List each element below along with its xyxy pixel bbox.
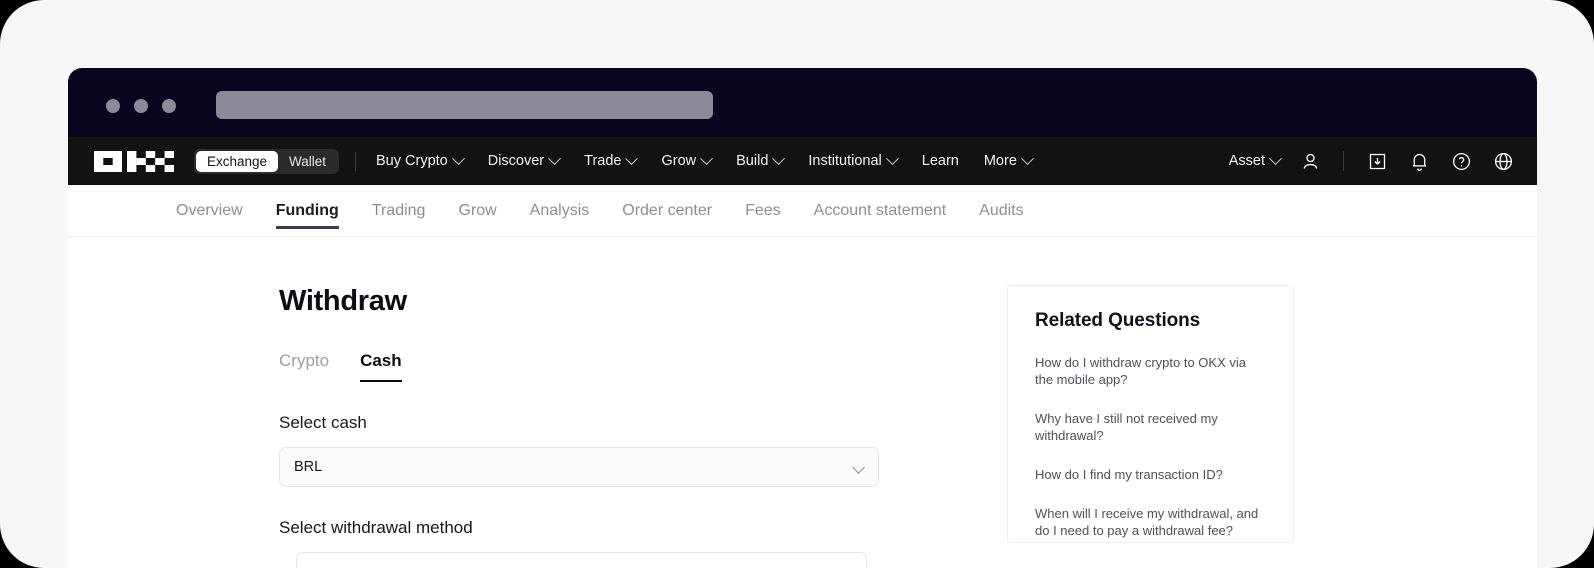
- select-cash-value: BRL: [294, 459, 323, 475]
- select-cash-label: Select cash: [279, 413, 367, 432]
- exchange-wallet-toggle[interactable]: Exchange Wallet: [194, 149, 340, 174]
- nav-item-buy-crypto[interactable]: Buy Crypto: [376, 151, 465, 169]
- outer-canvas: Exchange Wallet Buy Crypto Discover Trad…: [0, 0, 1594, 568]
- page-title: Withdraw: [279, 285, 407, 317]
- url-bar[interactable]: [216, 91, 713, 119]
- top-navigation-bar: Exchange Wallet Buy Crypto Discover Trad…: [68, 137, 1537, 185]
- nav-right-divider: [1343, 151, 1344, 171]
- nav-item-build[interactable]: Build: [736, 151, 786, 169]
- minimize-window-button[interactable]: [134, 99, 148, 113]
- related-question-link[interactable]: How do I withdraw crypto to OKX via the …: [1035, 354, 1267, 388]
- chevron-down-icon: [451, 151, 465, 165]
- chevron-down-icon: [852, 461, 865, 474]
- nav-item-discover[interactable]: Discover: [487, 151, 562, 169]
- select-withdrawal-method-label: Select withdrawal method: [279, 518, 473, 537]
- subnav-item-order-center[interactable]: Order center: [622, 185, 712, 237]
- okx-logo[interactable]: [94, 151, 176, 172]
- nav-item-label: Discover: [487, 153, 545, 169]
- help-icon[interactable]: [1449, 149, 1473, 173]
- nav-item-grow[interactable]: Grow: [661, 151, 714, 169]
- subnav-item-overview[interactable]: Overview: [176, 185, 243, 237]
- related-questions-title: Related Questions: [1035, 310, 1201, 331]
- nav-item-label: Build: [736, 153, 769, 169]
- subnav-item-funding[interactable]: Funding: [275, 185, 339, 237]
- nav-item-label: Trade: [584, 153, 622, 169]
- select-cash-dropdown[interactable]: BRL: [279, 447, 879, 487]
- chevron-down-icon: [1269, 151, 1282, 165]
- traffic-lights: [106, 99, 176, 113]
- subnav-item-grow[interactable]: Grow: [458, 185, 496, 237]
- chevron-down-icon: [772, 151, 786, 165]
- withdraw-type-tabs: Crypto Cash: [279, 351, 889, 382]
- nav-item-label: More: [983, 153, 1017, 169]
- related-questions-panel: Related Questions How do I withdraw cryp…: [1007, 285, 1294, 543]
- related-question-link[interactable]: How do I find my transaction ID?: [1035, 466, 1267, 483]
- nav-item-trade[interactable]: Trade: [584, 151, 639, 169]
- bell-icon[interactable]: [1407, 149, 1431, 173]
- maximize-window-button[interactable]: [162, 99, 176, 113]
- chevron-down-icon: [1021, 151, 1034, 165]
- download-icon[interactable]: [1365, 149, 1389, 173]
- chevron-down-icon: [885, 151, 899, 165]
- withdraw-form-column: Withdraw Crypto Cash Select cash BRL Sel…: [279, 285, 889, 568]
- nav-item-label: Learn: [921, 153, 959, 169]
- nav-item-asset[interactable]: Asset: [1228, 151, 1282, 169]
- user-icon[interactable]: [1298, 149, 1322, 173]
- nav-item-label: Grow: [661, 153, 697, 169]
- page-body: Withdraw Crypto Cash Select cash BRL Sel…: [68, 237, 1537, 568]
- subnav-item-account-statement[interactable]: Account statement: [814, 185, 947, 237]
- withdrawal-method-card[interactable]: [296, 552, 867, 568]
- account-subnav: Overview Funding Trading Grow Analysis O…: [68, 185, 1537, 237]
- globe-icon[interactable]: [1491, 149, 1515, 173]
- related-question-link[interactable]: When will I receive my withdrawal, and d…: [1035, 505, 1267, 539]
- chevron-down-icon: [548, 151, 562, 165]
- browser-chrome: [68, 68, 1537, 137]
- related-question-link[interactable]: Why have I still not received my withdra…: [1035, 410, 1267, 444]
- primary-nav-menu: Buy Crypto Discover Trade Grow Build Ins…: [376, 137, 1034, 185]
- subnav-item-fees[interactable]: Fees: [745, 185, 781, 237]
- nav-item-institutional[interactable]: Institutional: [808, 151, 899, 169]
- tab-crypto[interactable]: Crypto: [279, 351, 329, 382]
- subnav-item-audits[interactable]: Audits: [979, 185, 1023, 237]
- toggle-option-wallet[interactable]: Wallet: [278, 151, 337, 172]
- chevron-down-icon: [700, 151, 714, 165]
- nav-item-learn[interactable]: Learn: [922, 153, 959, 169]
- browser-window: Exchange Wallet Buy Crypto Discover Trad…: [68, 68, 1537, 568]
- tab-cash[interactable]: Cash: [360, 351, 402, 382]
- nav-right-cluster: Asset: [1229, 137, 1515, 185]
- nav-item-more[interactable]: More: [983, 151, 1034, 169]
- asset-label: Asset: [1228, 153, 1265, 169]
- nav-item-label: Institutional: [808, 153, 882, 169]
- chevron-down-icon: [625, 151, 639, 165]
- subnav-item-trading[interactable]: Trading: [372, 185, 426, 237]
- toggle-option-exchange[interactable]: Exchange: [196, 151, 279, 172]
- close-window-button[interactable]: [106, 99, 120, 113]
- subnav-item-analysis[interactable]: Analysis: [530, 185, 590, 237]
- nav-divider: [355, 152, 356, 171]
- nav-item-label: Buy Crypto: [376, 153, 448, 169]
